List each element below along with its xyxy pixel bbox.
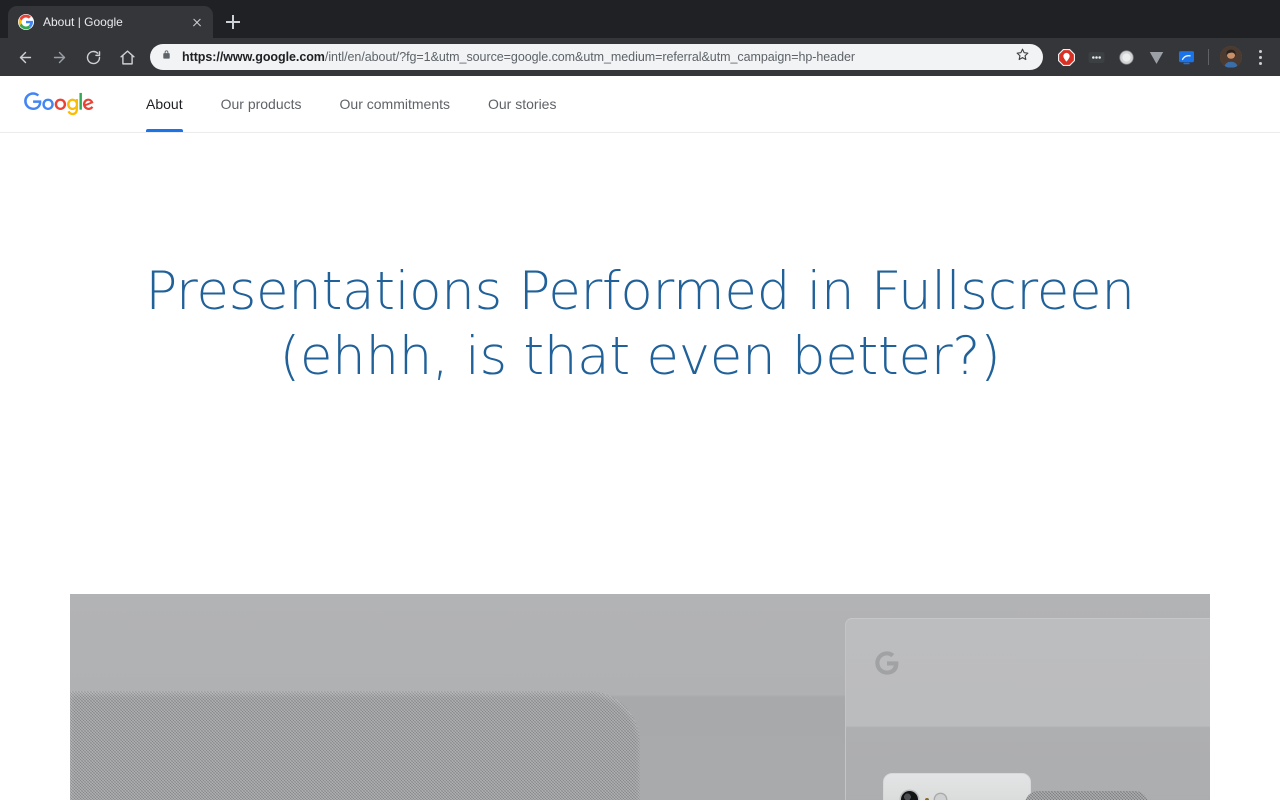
back-arrow-icon[interactable] xyxy=(11,43,39,71)
url-path: /intl/en/about/?fg=1&utm_source=google.c… xyxy=(324,50,855,64)
chrome-menu-icon[interactable] xyxy=(1248,45,1272,69)
nav-item-our-products[interactable]: Our products xyxy=(221,76,302,132)
forward-arrow-icon[interactable] xyxy=(45,43,73,71)
toolbar-divider xyxy=(1208,49,1209,65)
tab-title: About | Google xyxy=(43,16,123,28)
menu-dot xyxy=(1258,55,1262,59)
nav-item-about[interactable]: About xyxy=(146,76,183,132)
avatar[interactable] xyxy=(1220,46,1242,68)
nav-item-our-commitments[interactable]: Our commitments xyxy=(340,76,450,132)
lock-icon xyxy=(161,48,173,66)
google-g-icon xyxy=(18,14,34,30)
dots-extension-icon[interactable] xyxy=(1084,45,1108,69)
google-g-logo-icon xyxy=(873,649,901,677)
url-host: https://www.google.com xyxy=(182,50,325,64)
v-chevron-extension-icon[interactable] xyxy=(1144,45,1168,69)
phone-camera xyxy=(901,791,918,800)
fabric-speaker xyxy=(70,691,640,800)
star-icon[interactable] xyxy=(1015,47,1031,67)
tab-strip: About | Google xyxy=(0,0,1280,38)
browser-toolbar: https://www.google.com/intl/en/about/?fg… xyxy=(0,38,1280,76)
new-tab-button[interactable] xyxy=(219,8,247,36)
nav-item-our-stories[interactable]: Our stories xyxy=(488,76,556,132)
home-mini-speaker xyxy=(1025,791,1148,800)
hero-section: Presentations Performed in Fullscreen (e… xyxy=(0,133,1280,389)
browser-window: About | Google https://www.google.com/in… xyxy=(0,0,1280,800)
address-bar[interactable]: https://www.google.com/intl/en/about/?fg… xyxy=(150,44,1043,70)
browser-tab[interactable]: About | Google xyxy=(8,6,213,38)
phone-sensor xyxy=(935,794,946,800)
google-logo[interactable] xyxy=(24,92,94,116)
google-nest-devices-photo xyxy=(70,594,1210,800)
menu-dot xyxy=(1258,61,1262,65)
screen-share-icon[interactable] xyxy=(1174,45,1198,69)
reload-icon[interactable] xyxy=(79,43,107,71)
page-viewport: About Our products Our commitments Our s… xyxy=(0,76,1280,800)
menu-dot xyxy=(1258,49,1262,53)
home-icon[interactable] xyxy=(113,43,141,71)
site-nav-links: About Our products Our commitments Our s… xyxy=(146,76,594,132)
site-header: About Our products Our commitments Our s… xyxy=(0,76,1280,133)
page-title-line-1: Presentations Performed in Fullscreen xyxy=(145,261,1135,322)
pixel-phone xyxy=(883,773,1031,800)
close-icon[interactable] xyxy=(189,14,205,30)
adblock-icon[interactable] xyxy=(1054,45,1078,69)
page-title: Presentations Performed in Fullscreen (e… xyxy=(0,259,1280,389)
url-text: https://www.google.com/intl/en/about/?fg… xyxy=(182,50,1007,64)
page-title-line-2: (ehhh, is that even better?) xyxy=(279,326,1001,387)
circle-extension-icon[interactable] xyxy=(1114,45,1138,69)
